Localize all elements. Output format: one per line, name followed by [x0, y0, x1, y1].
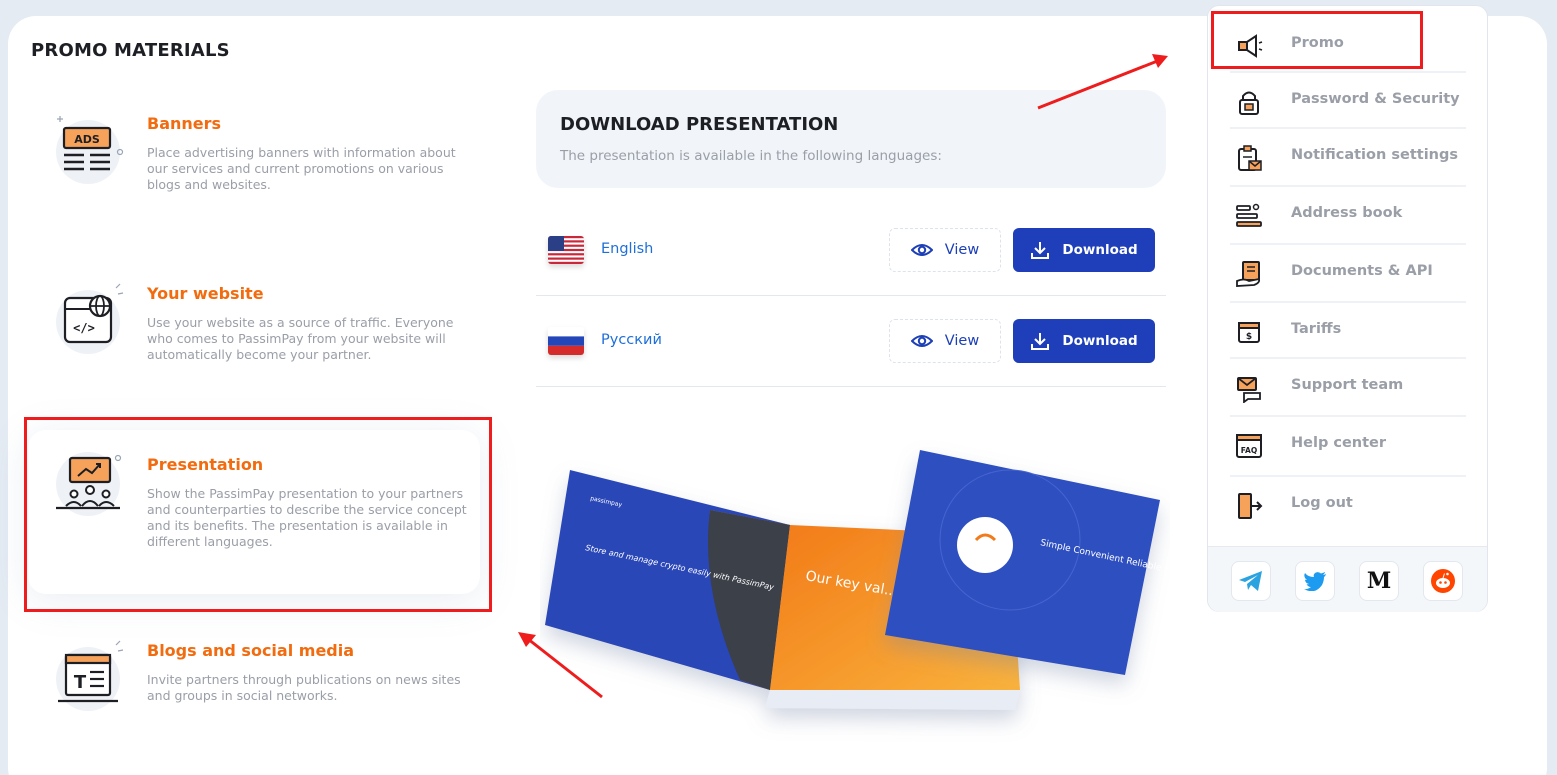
document-hand-icon — [1236, 261, 1261, 287]
door-exit-icon — [1238, 493, 1263, 519]
dollar-bill-icon: $ — [1238, 322, 1260, 343]
download-subtitle: The presentation is available in the fol… — [560, 148, 942, 164]
clipboard-mail-icon — [1238, 145, 1262, 171]
view-label: View — [944, 242, 980, 258]
blog-text-icon: T — [50, 639, 126, 715]
twitter-link[interactable] — [1295, 561, 1335, 601]
download-icon — [1031, 242, 1050, 259]
menu-item-address-book[interactable]: Address book — [1230, 187, 1466, 245]
svg-text:FAQ: FAQ — [1241, 446, 1257, 455]
us-flag-icon — [548, 236, 584, 264]
highlight-presentation — [24, 417, 492, 612]
language-row-english: English View Download — [536, 206, 1166, 296]
eye-icon — [910, 244, 933, 256]
language-name[interactable]: Русский — [601, 332, 662, 348]
page-title: PROMO MATERIALS — [31, 40, 230, 61]
menu-item-support-team[interactable]: Support team — [1230, 359, 1466, 417]
svg-text:T: T — [74, 672, 87, 693]
menu-item-tariffs[interactable]: $ Tariffs — [1230, 303, 1466, 359]
download-label: Download — [1062, 242, 1138, 258]
twitter-icon — [1304, 572, 1326, 591]
highlight-promo — [1211, 11, 1423, 69]
chat-mail-icon — [1237, 377, 1261, 403]
menu-label: Password & Security — [1291, 91, 1460, 107]
menu-item-help-center[interactable]: FAQ Help center — [1230, 417, 1466, 477]
language-name[interactable]: English — [601, 241, 653, 257]
language-row-russian: Русский View Download — [536, 297, 1166, 387]
promo-description: Use your website as a source of traffic.… — [147, 315, 454, 362]
download-button[interactable]: Download — [1013, 319, 1155, 363]
menu-item-password-security[interactable]: Password & Security — [1230, 73, 1466, 129]
view-button[interactable]: View — [889, 319, 1001, 363]
promo-title: Banners — [147, 114, 222, 133]
telegram-icon — [1239, 571, 1262, 591]
ru-flag-icon — [548, 327, 584, 355]
reddit-icon — [1431, 569, 1455, 593]
medium-link[interactable]: M — [1359, 561, 1399, 601]
promo-description: Place advertising banners with informati… — [147, 145, 456, 192]
annotation-arrow-to-presentation — [518, 632, 603, 699]
promo-item-website[interactable]: </> Your website Use your website as a s… — [28, 270, 480, 420]
svg-text:$: $ — [1246, 332, 1252, 342]
eye-icon — [910, 335, 933, 347]
ads-banner-icon: ADS — [50, 112, 126, 188]
menu-label: Tariffs — [1291, 321, 1342, 337]
download-icon — [1031, 333, 1050, 350]
menu-label: Log out — [1291, 495, 1353, 511]
address-list-icon — [1236, 203, 1262, 227]
svg-text:</>: </> — [73, 321, 95, 335]
menu-label: Documents & API — [1291, 263, 1433, 279]
menu-item-log-out[interactable]: Log out — [1230, 477, 1466, 535]
telegram-link[interactable] — [1231, 561, 1271, 601]
download-button[interactable]: Download — [1013, 228, 1155, 272]
medium-icon: M — [1366, 568, 1392, 594]
presentation-booklet-image: passimpay Store and manage crypto easily… — [540, 440, 1236, 750]
promo-item-blogs[interactable]: T Blogs and social media Invite partners… — [28, 627, 480, 757]
menu-item-documents-api[interactable]: Documents & API — [1230, 245, 1466, 303]
download-label: Download — [1062, 333, 1138, 349]
menu-item-notification-settings[interactable]: Notification settings — [1230, 129, 1466, 187]
menu-label: Address book — [1291, 205, 1403, 221]
account-menu: Promo Password & Security Notification s… — [1207, 5, 1488, 612]
annotation-arrow-to-promo — [1037, 54, 1168, 110]
menu-label: Help center — [1291, 435, 1387, 451]
faq-icon: FAQ — [1236, 434, 1262, 458]
svg-text:ADS: ADS — [74, 133, 100, 146]
view-label: View — [944, 333, 980, 349]
promo-title: Your website — [147, 284, 264, 303]
promo-title: Blogs and social media — [147, 641, 355, 660]
social-links: M — [1208, 546, 1487, 612]
download-heading: DOWNLOAD PRESENTATION — [560, 114, 839, 135]
reddit-link[interactable] — [1423, 561, 1463, 601]
view-button[interactable]: View — [889, 228, 1001, 272]
website-code-icon: </> — [50, 282, 126, 358]
lock-icon — [1239, 91, 1259, 115]
promo-description: Invite partners through publications on … — [147, 672, 461, 703]
promo-item-banners[interactable]: ADS Banners Place advertising banners wi… — [28, 100, 480, 250]
menu-label: Notification settings — [1291, 147, 1458, 163]
menu-label: Support team — [1291, 377, 1404, 393]
